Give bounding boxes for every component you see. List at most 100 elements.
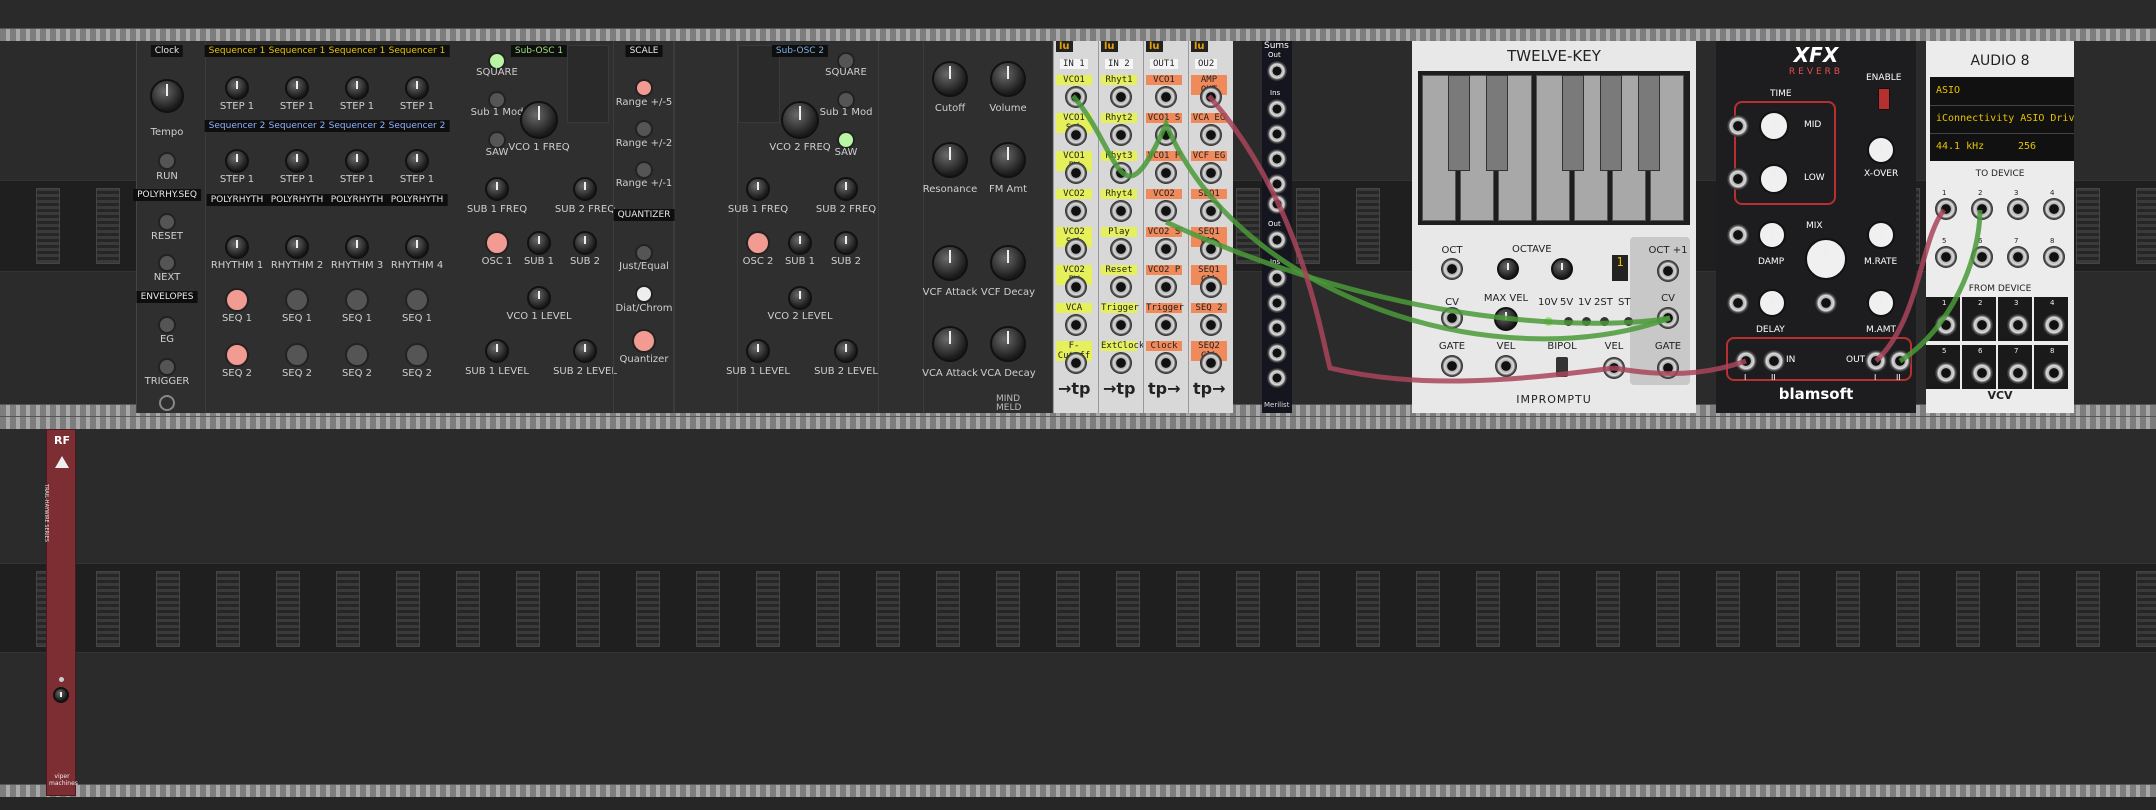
audio-driver[interactable]: ASIO [1936, 85, 1960, 96]
lu-port-jack[interactable] [1065, 162, 1087, 184]
audio-display[interactable]: ASIO iConnectivity ASIO Driver 44.1 kHz … [1930, 77, 2074, 161]
lu-port-jack[interactable] [1065, 200, 1087, 222]
to-device-jack[interactable] [2043, 198, 2065, 220]
lu-port-jack[interactable] [1200, 86, 1222, 108]
lu-port-jack[interactable] [1110, 314, 1132, 336]
step1-knob-b[interactable] [285, 149, 309, 173]
lu-port-jack[interactable] [1200, 352, 1222, 374]
sums-jack[interactable] [1267, 368, 1287, 388]
black-key[interactable] [1486, 75, 1508, 171]
lu-port-jack[interactable] [1110, 352, 1132, 374]
to-device-jack[interactable] [2007, 246, 2029, 268]
mrate-knob[interactable] [1867, 221, 1895, 249]
run-button[interactable] [158, 152, 176, 170]
lu-port-jack[interactable] [1065, 86, 1087, 108]
damp-knob[interactable] [1758, 221, 1786, 249]
osc1-sub1level-knob[interactable] [485, 339, 509, 363]
audio-block-size[interactable]: 256 [2018, 141, 2036, 152]
lu-port-jack[interactable] [1155, 314, 1177, 336]
volume-knob[interactable] [990, 61, 1026, 97]
diat-chrom-button[interactable] [635, 285, 653, 303]
range-button[interactable] [1582, 317, 1591, 326]
lu-port-jack[interactable] [1110, 200, 1132, 222]
octave-up-knob[interactable] [1551, 258, 1573, 280]
range-button[interactable] [1544, 317, 1553, 326]
gate-in-jack[interactable] [1441, 355, 1463, 377]
from-device-jack[interactable] [2043, 314, 2065, 336]
vco1-level-knob[interactable] [527, 286, 551, 310]
step1-knob-b[interactable] [225, 149, 249, 173]
lu-port-jack[interactable] [1155, 124, 1177, 146]
seq2-button[interactable] [345, 343, 369, 367]
cv-out-jack[interactable] [1657, 307, 1679, 329]
to-device-jack[interactable] [1971, 246, 1993, 268]
bipol-switch[interactable] [1556, 357, 1568, 377]
rhythm-knob[interactable] [225, 235, 249, 259]
sums-jack[interactable] [1267, 149, 1287, 169]
lu-port-jack[interactable] [1110, 238, 1132, 260]
osc1-button[interactable] [485, 231, 509, 255]
next-button[interactable] [158, 254, 176, 272]
xfx-out-l-jack[interactable] [1865, 350, 1887, 372]
seq1-button[interactable] [225, 288, 249, 312]
osc2-sub1level-knob[interactable] [746, 339, 770, 363]
from-device-jack[interactable] [1971, 362, 1993, 384]
cv-in-jack[interactable] [1441, 307, 1463, 329]
range1-button[interactable] [635, 161, 653, 179]
lu-port-jack[interactable] [1200, 276, 1222, 298]
lu-port-jack[interactable] [1155, 86, 1177, 108]
lu-port-jack[interactable] [1200, 124, 1222, 146]
to-device-jack[interactable] [1971, 198, 1993, 220]
lu-port-jack[interactable] [1065, 276, 1087, 298]
black-key[interactable] [1638, 75, 1660, 171]
oct-jack[interactable] [1441, 258, 1463, 280]
lu-port-jack[interactable] [1200, 162, 1222, 184]
sums-jack[interactable] [1267, 124, 1287, 144]
octave-down-knob[interactable] [1497, 258, 1519, 280]
lu-port-jack[interactable] [1110, 124, 1132, 146]
rhythm-knob[interactable] [405, 235, 429, 259]
lu-port-jack[interactable] [1110, 86, 1132, 108]
sums-jack[interactable] [1267, 343, 1287, 363]
step1-knob-a[interactable] [345, 76, 369, 100]
black-key[interactable] [1448, 75, 1470, 171]
seq1-button[interactable] [285, 288, 309, 312]
vel-out-jack[interactable] [1603, 357, 1625, 379]
lu-port-jack[interactable] [1155, 276, 1177, 298]
gate-out-jack[interactable] [1657, 357, 1679, 379]
vco2-level-knob[interactable] [788, 286, 812, 310]
enable-switch[interactable] [1878, 88, 1890, 110]
seq2-button[interactable] [285, 343, 309, 367]
osc1-sub2level-knob[interactable] [573, 339, 597, 363]
rhythm-knob[interactable] [345, 235, 369, 259]
step1-knob-a[interactable] [405, 76, 429, 100]
just-equal-button[interactable] [635, 244, 653, 262]
delay-knob[interactable] [1758, 289, 1786, 317]
from-device-jack[interactable] [1935, 314, 1957, 336]
sums-jack[interactable] [1267, 230, 1287, 250]
osc2-sub2level-knob[interactable] [834, 339, 858, 363]
from-device-jack[interactable] [2043, 362, 2065, 384]
vca-decay-knob[interactable] [990, 326, 1026, 362]
to-device-jack[interactable] [1935, 246, 1957, 268]
lu-port-jack[interactable] [1155, 238, 1177, 260]
lu-port-jack[interactable] [1155, 162, 1177, 184]
range5-button[interactable] [635, 79, 653, 97]
to-device-jack[interactable] [2007, 198, 2029, 220]
range-button[interactable] [1564, 317, 1573, 326]
from-device-jack[interactable] [1971, 314, 1993, 336]
lu-port-jack[interactable] [1065, 124, 1087, 146]
step1-knob-b[interactable] [345, 149, 369, 173]
osc1-sub2freq-knob[interactable] [573, 177, 597, 201]
step1-knob-a[interactable] [285, 76, 309, 100]
audio-device[interactable]: iConnectivity ASIO Driver [1936, 113, 2074, 124]
osc2-sub2-knob[interactable] [834, 231, 858, 255]
osc2-button[interactable] [746, 231, 770, 255]
resonance-knob[interactable] [932, 142, 968, 178]
xover-knob[interactable] [1867, 136, 1895, 164]
seq2-button[interactable] [405, 343, 429, 367]
from-device-jack[interactable] [2007, 314, 2029, 336]
vco1-freq-knob[interactable] [520, 101, 558, 139]
damp-cv-jack[interactable] [1727, 224, 1749, 246]
osc1-sub1-knob[interactable] [527, 231, 551, 255]
